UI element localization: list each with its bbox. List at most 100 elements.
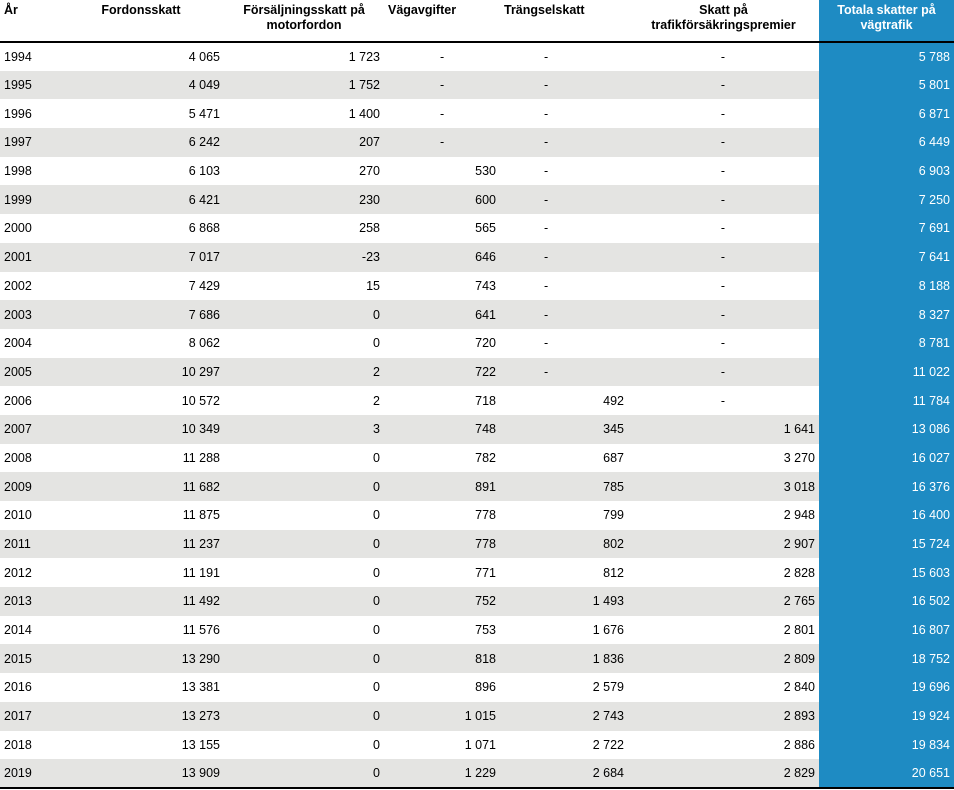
cell-year: 1994 xyxy=(4,49,32,64)
cell-vehicle-tax: 11 682 xyxy=(58,472,224,501)
cell-vehicle-tax: 13 273 xyxy=(58,701,224,731)
cell-sales-tax: 2 xyxy=(224,357,384,387)
cell-sales-tax: 3 xyxy=(224,414,384,444)
cell-sales-tax: 0 xyxy=(224,587,384,616)
cell-congestion-tax: - xyxy=(500,185,628,215)
cell-total: 8 327 xyxy=(819,300,954,329)
cell-congestion-tax: 687 xyxy=(603,450,624,465)
cell-road-charges: - xyxy=(384,70,500,100)
cell-year: 2009 xyxy=(0,472,58,501)
table-row: 2006 10 572 2 718 492 - 11 784 xyxy=(0,386,954,415)
cell-sales-tax: 0 xyxy=(373,508,380,523)
cell-road-charges: 778 xyxy=(475,508,496,523)
cell-road-charges: 752 xyxy=(384,587,500,616)
cell-congestion-tax: 345 xyxy=(500,414,628,444)
cell-congestion-tax: - xyxy=(500,300,628,329)
header-congestion-tax: Trängselskatt xyxy=(500,0,628,43)
cell-insurance-tax: - xyxy=(628,185,819,215)
cell-vehicle-tax: 5 471 xyxy=(188,106,220,121)
table-header: År Fordonsskatt Försäljningsskatt på mot… xyxy=(0,0,954,43)
cell-insurance-tax: 1 641 xyxy=(628,414,819,444)
road-traffic-tax-table: År Fordonsskatt Försäljningsskatt på mot… xyxy=(0,0,954,789)
cell-year: 2003 xyxy=(0,300,58,329)
cell-year: 2019 xyxy=(0,759,58,789)
cell-sales-tax: 258 xyxy=(359,221,380,236)
cell-total: 7 250 xyxy=(819,185,954,215)
table-row: 2007 10 349 3 748 345 1 641 13 086 xyxy=(0,414,954,444)
cell-sales-tax: 1 752 xyxy=(224,70,384,100)
header-road-charges: Vägavgifter xyxy=(384,0,500,43)
cell-vehicle-tax: 10 297 xyxy=(58,357,224,387)
cell-total: 11 784 xyxy=(819,386,954,415)
cell-sales-tax: 0 xyxy=(373,680,380,695)
header-year: År xyxy=(0,0,58,43)
cell-vehicle-tax: 11 576 xyxy=(182,623,220,638)
cell-year: 2008 xyxy=(4,450,32,465)
table-row: 1999 6 421 230 600- -7 250 xyxy=(0,185,954,215)
cell-insurance-tax: - xyxy=(720,278,725,293)
cell-congestion-tax: - xyxy=(544,49,549,64)
cell-total: 15 603 xyxy=(819,558,954,588)
cell-insurance-tax: 2 840 xyxy=(783,680,815,695)
table-row: 2005 10 297 2 722- -11 022 xyxy=(0,357,954,387)
cell-vehicle-tax: 11 875 xyxy=(182,508,220,523)
cell-total: 16 376 xyxy=(819,472,954,501)
cell-vehicle-tax: 6 103 xyxy=(188,164,220,179)
cell-sales-tax: 207 xyxy=(224,128,384,157)
table-row: 2009 11 682 0 891 785 3 018 16 376 xyxy=(0,472,954,501)
cell-road-charges: 718 xyxy=(475,393,496,408)
cell-road-charges: 891 xyxy=(384,472,500,501)
cell-total: 7 691 xyxy=(819,214,954,243)
cell-road-charges: 782 xyxy=(475,450,496,465)
cell-sales-tax: 1 400 xyxy=(348,106,380,121)
table-row: 2011 11 237 0 778 802 2 907 15 724 xyxy=(0,529,954,559)
cell-congestion-tax: - xyxy=(500,70,628,100)
table-row: 2003 7 686 0 641- -8 327 xyxy=(0,300,954,329)
cell-road-charges: - xyxy=(440,106,445,121)
cell-vehicle-tax: 4 049 xyxy=(58,70,224,100)
cell-insurance-tax: 2 907 xyxy=(628,529,819,559)
cell-total: 16 502 xyxy=(819,587,954,616)
cell-insurance-tax: - xyxy=(720,393,725,408)
table-row: 1994 4 065 1 723 - - - 5 788 xyxy=(0,42,954,71)
cell-insurance-tax: 2 948 xyxy=(783,508,815,523)
header-sales-tax: Försäljningsskatt på motorfordon xyxy=(224,0,384,43)
table-body: 1994 4 065 1 723- - -5 788 1995 4 049 1 752- - -5… xyxy=(0,42,954,789)
cell-vehicle-tax: 4 065 xyxy=(188,49,220,64)
cell-road-charges: 1 015 xyxy=(384,701,500,731)
cell-vehicle-tax: 10 572 xyxy=(181,393,220,408)
cell-year: 2015 xyxy=(0,644,58,674)
table-row: 2017 13 273 0 1 015 2 743 2 893 19 924 xyxy=(0,701,954,731)
cell-congestion-tax: 2 579 xyxy=(592,680,624,695)
table-row: 2012 11 191 0 771 812 2 828 15 603 xyxy=(0,558,954,588)
cell-road-charges: - xyxy=(440,49,445,64)
cell-insurance-tax: 2 828 xyxy=(783,565,815,580)
cell-vehicle-tax: 11 492 xyxy=(58,587,224,616)
cell-sales-tax: 0 xyxy=(224,701,384,731)
cell-sales-tax: 0 xyxy=(373,336,380,351)
cell-total: 7 641 xyxy=(819,242,954,272)
cell-sales-tax: 0 xyxy=(373,565,380,580)
table-row: 2004 8 062 0 720 - - 8 781 xyxy=(0,328,954,358)
cell-road-charges: 641 xyxy=(384,300,500,329)
cell-year: 2012 xyxy=(4,565,32,580)
cell-insurance-tax: 3 018 xyxy=(628,472,819,501)
cell-year: 2004 xyxy=(4,336,32,351)
table-row: 2002 7 429 15 743 - - 8 188 xyxy=(0,271,954,301)
cell-total: 11 022 xyxy=(819,357,954,387)
cell-congestion-tax: 2 743 xyxy=(500,701,628,731)
cell-road-charges: 1 071 xyxy=(464,737,496,752)
cell-congestion-tax: - xyxy=(500,357,628,387)
cell-insurance-tax: 2 886 xyxy=(783,737,815,752)
cell-total: 6 871 xyxy=(819,99,954,129)
cell-vehicle-tax: 11 288 xyxy=(182,450,220,465)
cell-insurance-tax: - xyxy=(720,336,725,351)
cell-congestion-tax: - xyxy=(500,242,628,272)
cell-insurance-tax: - xyxy=(720,106,725,121)
cell-total: 18 752 xyxy=(819,644,954,674)
header-row: År Fordonsskatt Försäljningsskatt på mot… xyxy=(0,0,954,43)
cell-road-charges: 646 xyxy=(384,242,500,272)
cell-total: 8 781 xyxy=(819,328,954,358)
cell-total: 16 807 xyxy=(819,615,954,645)
cell-sales-tax: 0 xyxy=(224,644,384,674)
